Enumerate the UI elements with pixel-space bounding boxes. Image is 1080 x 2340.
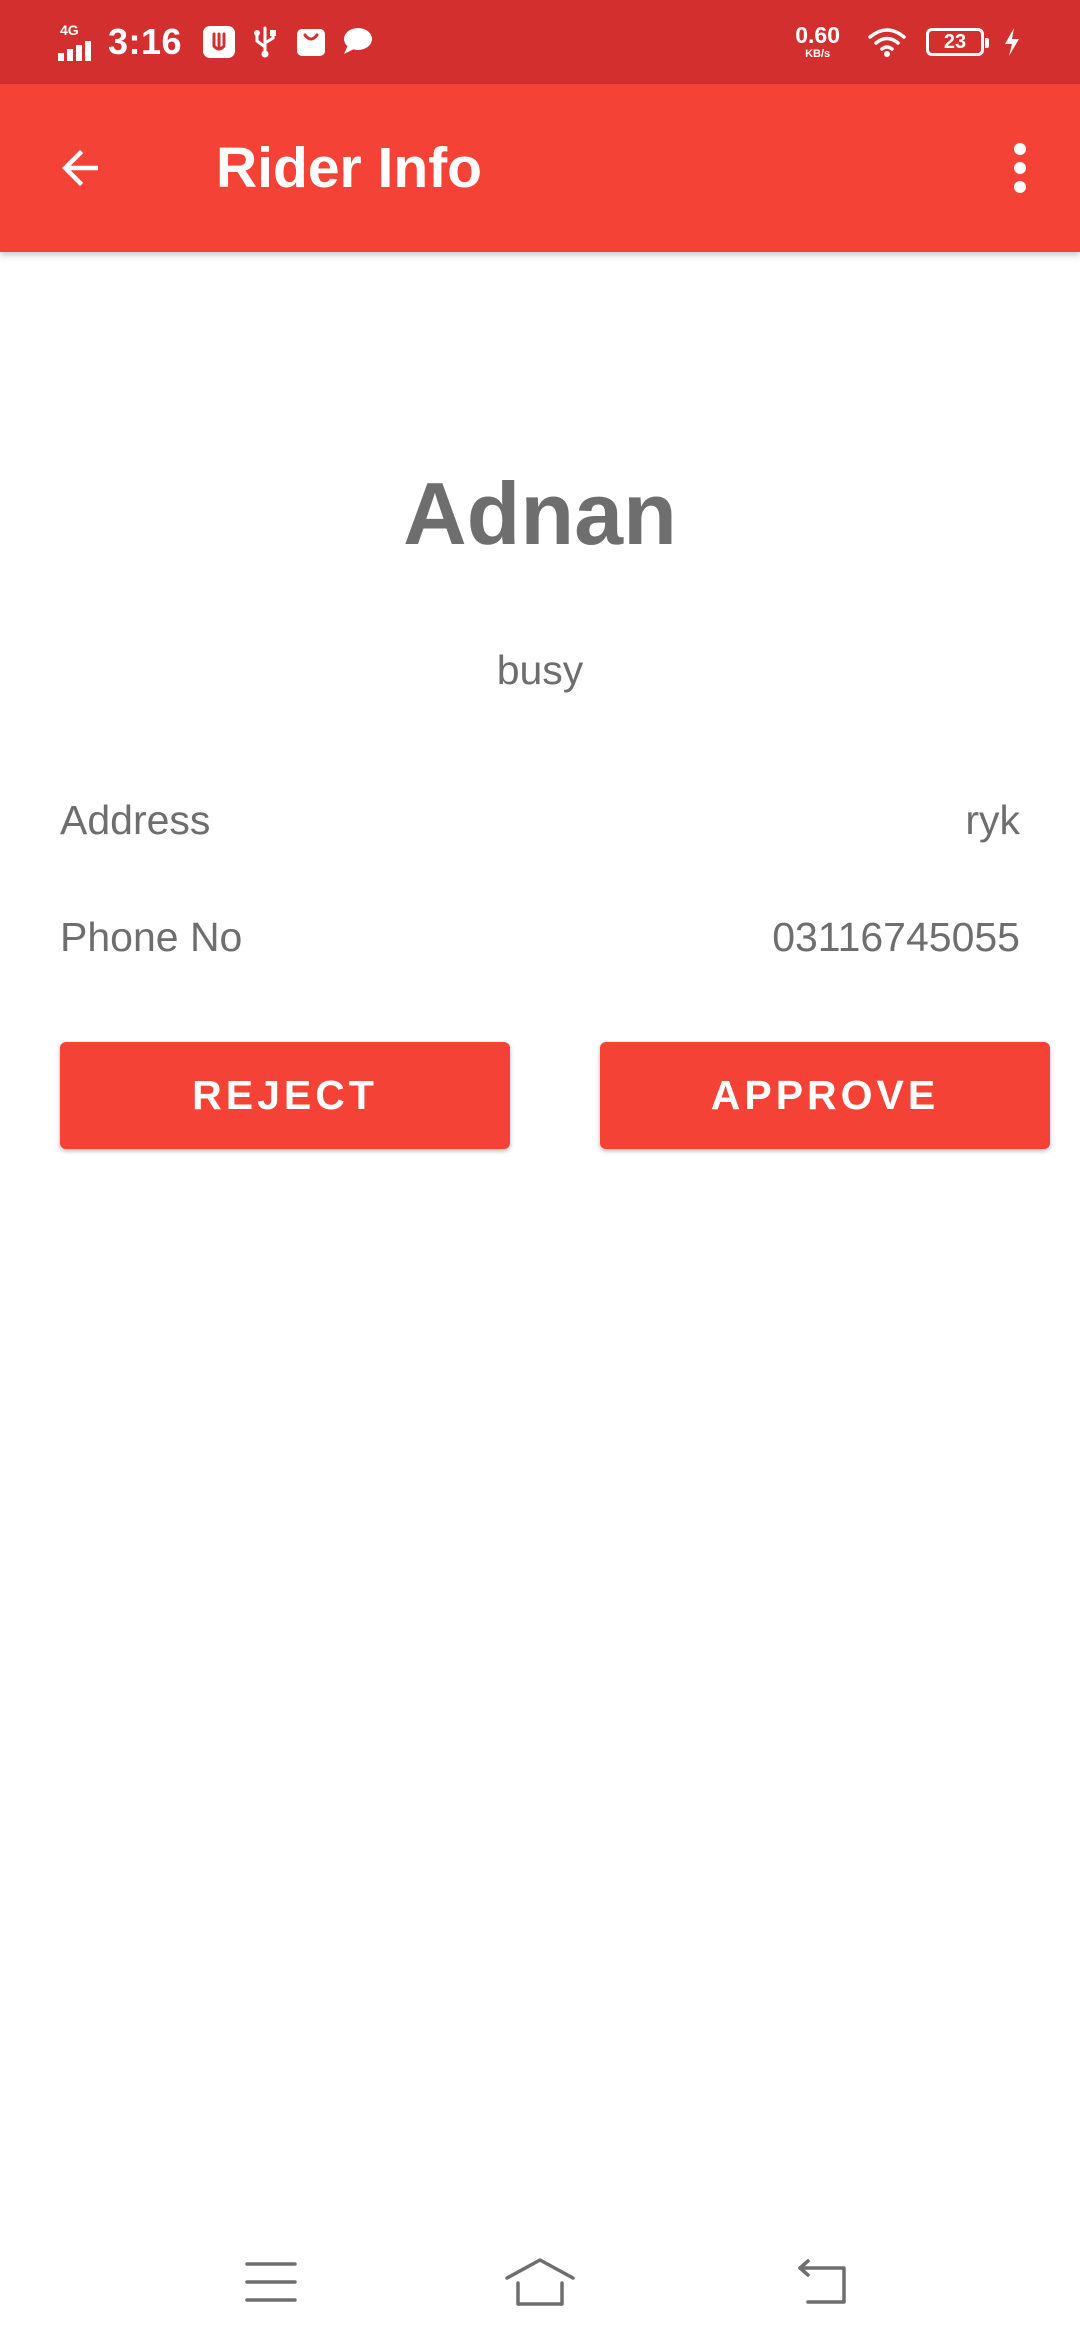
usb-debug-icon	[196, 19, 242, 65]
approve-button[interactable]: APPROVE	[600, 1042, 1050, 1149]
usb-icon	[242, 19, 288, 65]
rider-status: busy	[496, 647, 584, 693]
battery-level: 23	[943, 30, 967, 53]
signal-icon: 4G	[58, 21, 98, 63]
charging-icon	[1000, 19, 1024, 65]
back-icon	[798, 2259, 846, 2304]
more-vert-icon	[1014, 143, 1026, 193]
rider-name: Adnan	[403, 464, 677, 563]
nav-menu-button[interactable]	[231, 2242, 311, 2322]
status-bar-right: 0.60 KB/s 23	[795, 0, 1024, 84]
address-row: Address ryk	[60, 790, 1020, 850]
wifi-icon	[864, 19, 910, 65]
arrow-back-icon	[62, 150, 98, 186]
nav-back-button[interactable]	[783, 2242, 863, 2322]
home-icon	[505, 2258, 575, 2306]
address-value: ryk	[965, 797, 1020, 843]
nav-home-button[interactable]	[500, 2242, 580, 2322]
network-speed-unit: KB/s	[805, 48, 831, 60]
status-time: 3:16	[108, 21, 183, 62]
status-bar: 4G 3:16 0.60 KB/s 23	[0, 0, 1080, 84]
menu-icon	[245, 2262, 297, 2302]
phone-value: 03116745055	[772, 914, 1020, 960]
phone-row: Phone No 03116745055	[60, 907, 1020, 967]
network-speed: 0.60 KB/s	[795, 24, 840, 60]
shopping-bag-icon	[288, 19, 334, 65]
address-label: Address	[60, 797, 211, 843]
network-speed-value: 0.60	[795, 22, 840, 48]
phone-label: Phone No	[60, 914, 243, 960]
page-title: Rider Info	[216, 136, 482, 200]
more-options-button[interactable]	[980, 128, 1060, 208]
screen: 4G 3:16 0.60 KB/s 23 Rider Info Adnan bu…	[0, 0, 1080, 2340]
status-bar-left: 4G 3:16	[58, 0, 380, 84]
navigation-bar	[0, 2220, 1080, 2340]
back-button[interactable]	[40, 128, 120, 208]
network-type: 4G	[60, 22, 79, 38]
app-bar: Rider Info	[0, 84, 1080, 252]
reject-button[interactable]: REJECT	[60, 1042, 510, 1149]
chat-bubble-icon	[334, 19, 380, 65]
battery-icon: 23	[926, 28, 989, 56]
